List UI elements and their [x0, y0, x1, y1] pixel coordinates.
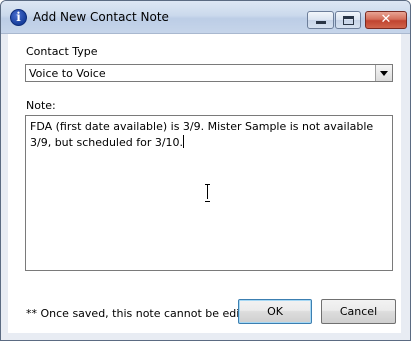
ok-button[interactable]: OK	[238, 299, 312, 324]
contact-type-select[interactable]: Voice to Voice	[25, 64, 393, 82]
chevron-down-icon[interactable]	[375, 65, 392, 81]
minimize-button[interactable]	[307, 11, 334, 29]
close-button[interactable]: ✕	[365, 11, 407, 29]
note-text: FDA (first date available) is 3/9. Miste…	[30, 120, 377, 149]
save-warning: ** Once saved, this note cannot be edite…	[26, 307, 258, 320]
cancel-button[interactable]: Cancel	[321, 299, 396, 324]
contact-type-label: Contact Type	[26, 45, 98, 58]
title-bar[interactable]: i Add New Contact Note ✕	[1, 1, 410, 34]
maximize-button[interactable]	[335, 11, 361, 29]
text-caret	[183, 135, 185, 148]
minimize-icon	[316, 21, 326, 24]
contact-type-value: Voice to Voice	[29, 67, 106, 80]
maximize-icon	[343, 16, 354, 25]
window-title: Add New Contact Note	[33, 10, 169, 24]
ibeam-cursor-icon	[205, 184, 210, 202]
info-icon: i	[10, 9, 27, 26]
note-label: Note:	[26, 99, 56, 112]
close-icon: ✕	[380, 12, 392, 27]
